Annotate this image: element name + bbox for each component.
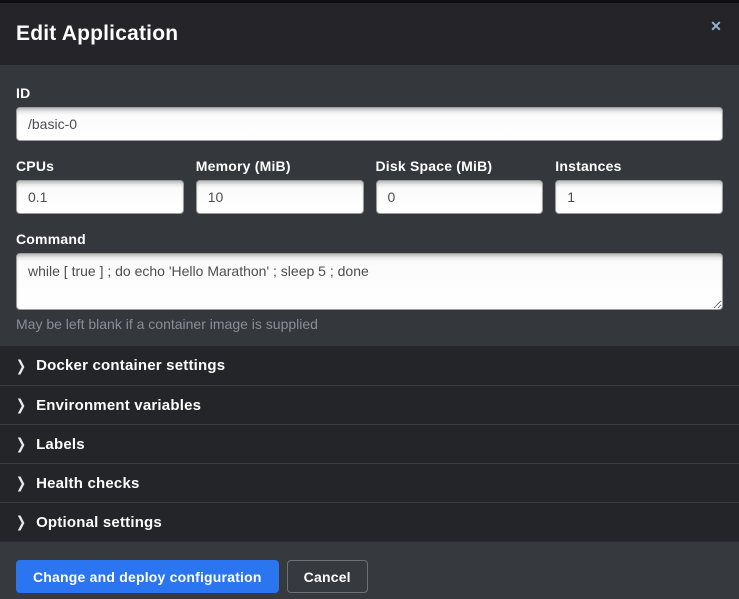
chevron-right-icon: ❯: [16, 398, 26, 413]
modal-footer: Change and deploy configuration Cancel: [0, 541, 739, 599]
memory-field-block: Memory (MiB): [196, 158, 364, 214]
cpus-field-block: CPUs: [16, 158, 184, 214]
close-icon[interactable]: ✕: [705, 15, 727, 37]
id-label: ID: [16, 85, 723, 101]
chevron-right-icon: ❯: [16, 437, 26, 452]
chevron-right-icon: ❯: [16, 358, 26, 373]
modal-title: Edit Application: [16, 22, 178, 46]
section-label: Labels: [36, 436, 85, 453]
cpus-label: CPUs: [16, 158, 184, 174]
change-and-deploy-button[interactable]: Change and deploy configuration: [16, 560, 279, 593]
edit-application-modal: Edit Application ✕ ID CPUs Memory (MiB) …: [0, 3, 739, 599]
instances-label: Instances: [555, 158, 723, 174]
section-label: Environment variables: [36, 397, 201, 414]
instances-input[interactable]: [555, 180, 723, 214]
section-environment-variables[interactable]: ❯ Environment variables: [0, 385, 739, 424]
section-label: Docker container settings: [36, 357, 225, 374]
disk-label: Disk Space (MiB): [376, 158, 544, 174]
section-label: Optional settings: [36, 514, 162, 531]
chevron-right-icon: ❯: [16, 476, 26, 491]
id-field-block: ID: [16, 85, 723, 141]
accordion-sections: ❯ Docker container settings ❯ Environmen…: [0, 346, 739, 541]
disk-input[interactable]: [376, 180, 544, 214]
modal-header: Edit Application ✕: [0, 3, 739, 65]
section-optional-settings[interactable]: ❯ Optional settings: [0, 502, 739, 541]
cancel-button[interactable]: Cancel: [287, 560, 368, 593]
section-health-checks[interactable]: ❯ Health checks: [0, 463, 739, 502]
command-label: Command: [16, 231, 723, 247]
section-label: Health checks: [36, 475, 139, 492]
memory-input[interactable]: [196, 180, 364, 214]
instances-field-block: Instances: [555, 158, 723, 214]
id-input[interactable]: [16, 107, 723, 141]
cpus-input[interactable]: [16, 180, 184, 214]
disk-field-block: Disk Space (MiB): [376, 158, 544, 214]
section-labels[interactable]: ❯ Labels: [0, 424, 739, 463]
resources-row: CPUs Memory (MiB) Disk Space (MiB) Insta…: [16, 158, 723, 214]
command-textarea[interactable]: while [ true ] ; do echo 'Hello Marathon…: [16, 253, 723, 310]
command-help-text: May be left blank if a container image i…: [16, 316, 723, 332]
section-docker-container-settings[interactable]: ❯ Docker container settings: [0, 346, 739, 385]
memory-label: Memory (MiB): [196, 158, 364, 174]
chevron-right-icon: ❯: [16, 515, 26, 530]
modal-body: ID CPUs Memory (MiB) Disk Space (MiB) In…: [0, 65, 739, 346]
command-field-block: Command while [ true ] ; do echo 'Hello …: [16, 231, 723, 332]
